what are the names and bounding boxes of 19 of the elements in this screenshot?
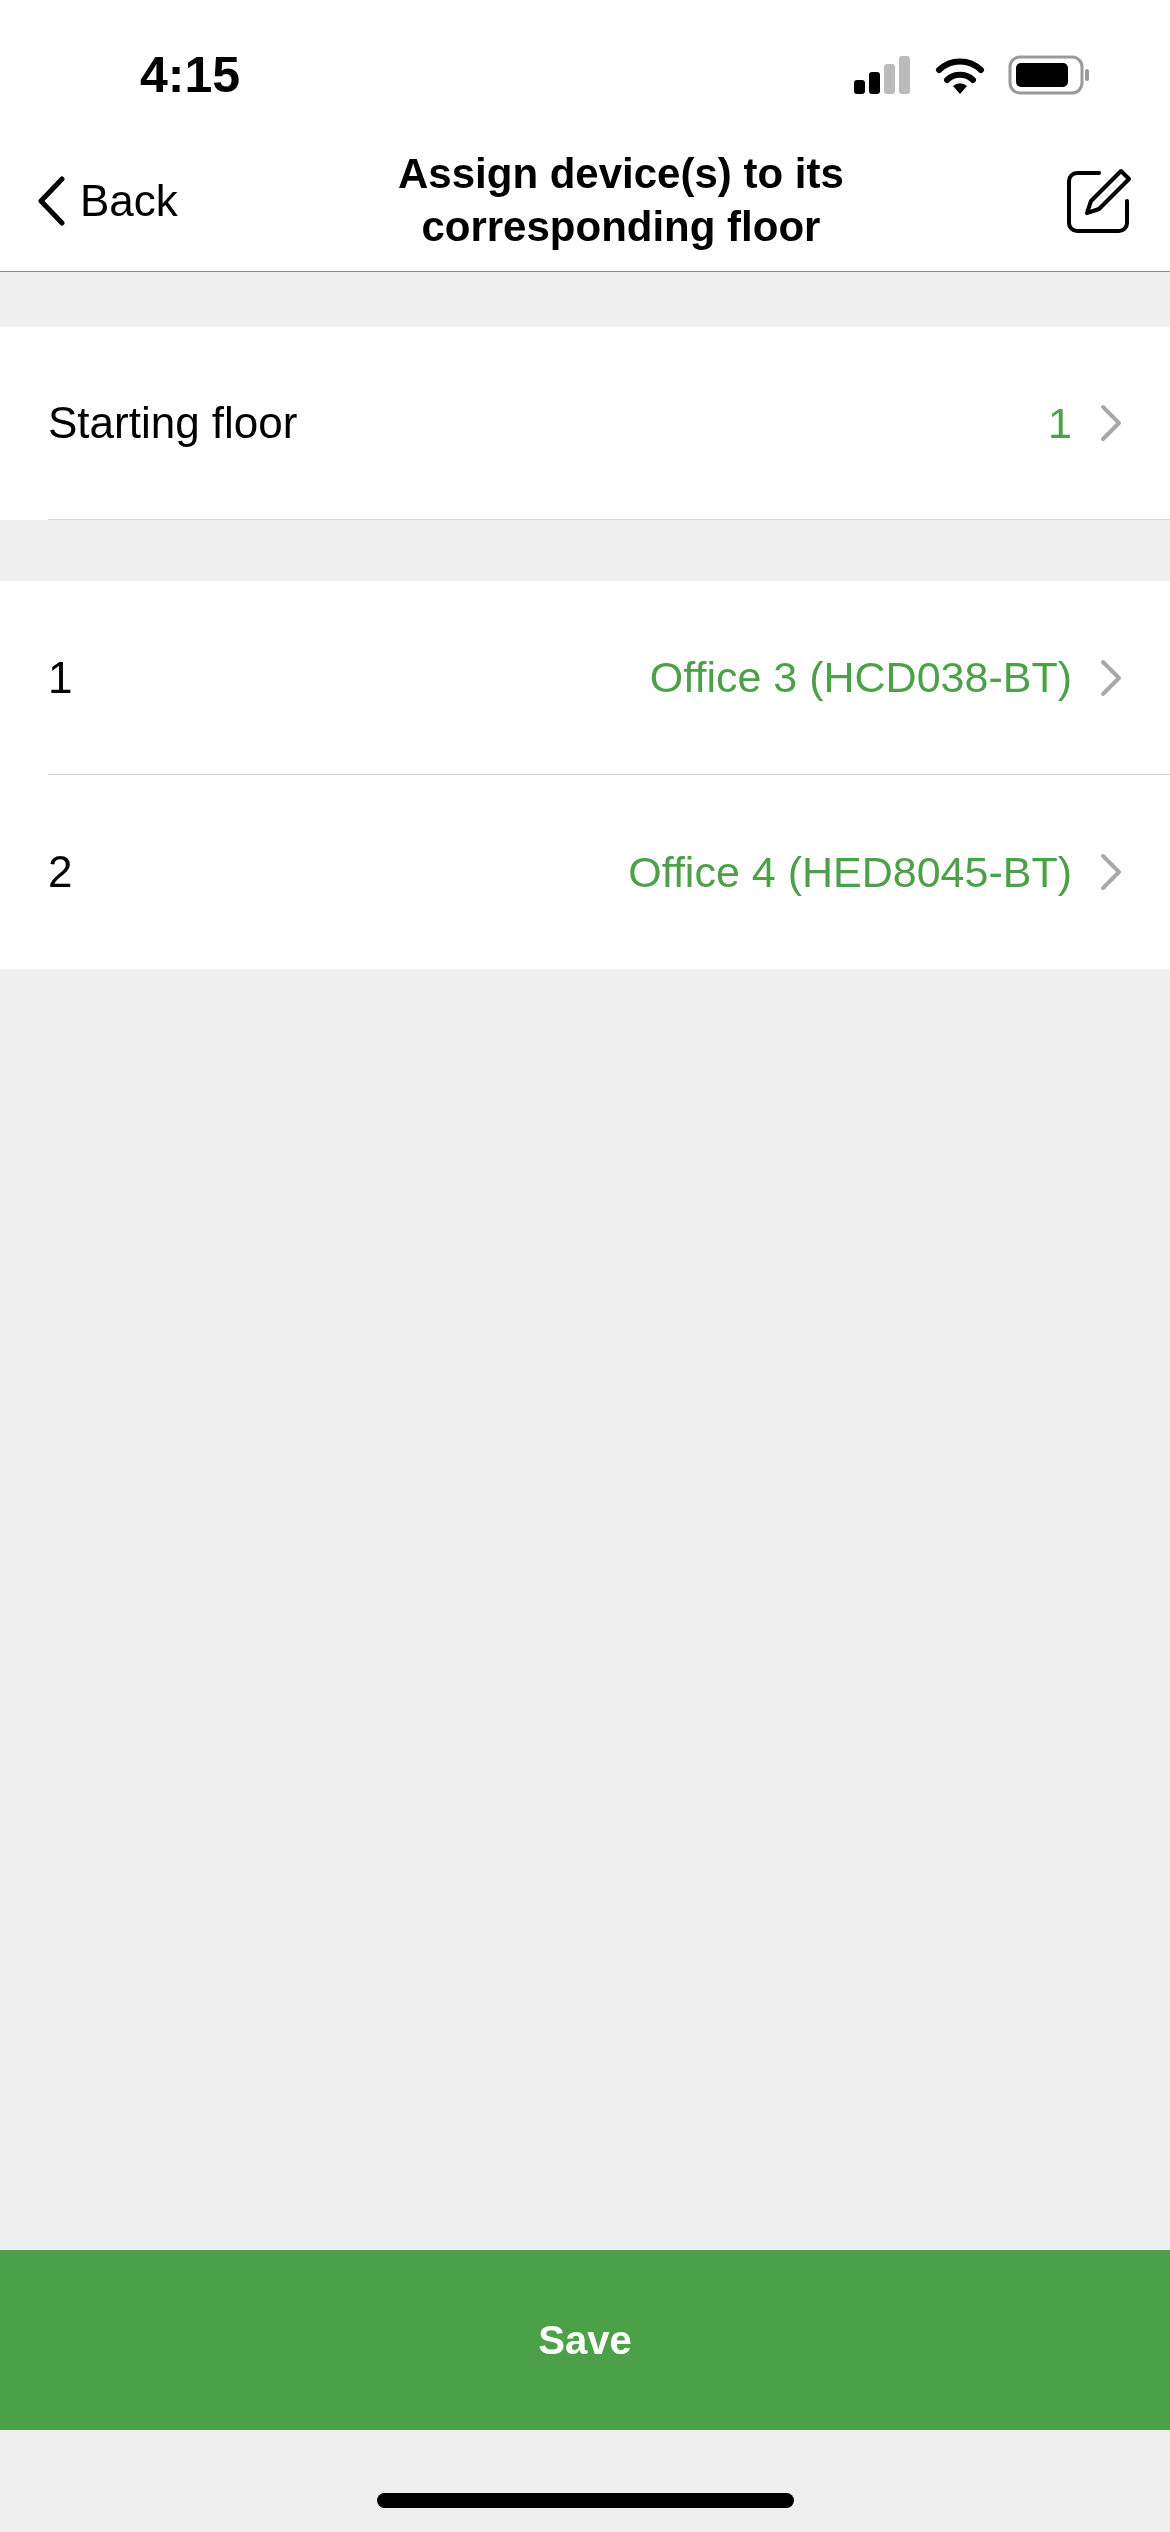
row-value: Office 4 (HED8045-BT) <box>628 846 1072 898</box>
edit-icon <box>1065 166 1133 235</box>
signal-icon <box>854 56 912 94</box>
row-label: Starting floor <box>48 397 298 449</box>
battery-icon <box>1008 55 1090 95</box>
status-time: 4:15 <box>140 45 241 105</box>
row-label: 1 <box>48 651 73 704</box>
chevron-right-icon <box>1100 404 1122 442</box>
row-value: 1 <box>1048 397 1072 449</box>
chevron-left-icon <box>36 175 66 226</box>
back-button[interactable]: Back <box>36 167 178 234</box>
chevron-right-icon <box>1100 853 1122 891</box>
row-label: 2 <box>48 846 73 898</box>
floor-row[interactable]: 2 Office 4 (HED8045-BT) <box>48 775 1170 969</box>
row-value: Office 3 (HCD038-BT) <box>649 652 1072 704</box>
floor-row[interactable]: 1 Office 3 (HCD038-BT) <box>48 581 1170 775</box>
wifi-icon <box>934 56 986 94</box>
chevron-right-icon <box>1100 658 1122 697</box>
screen-title: Assign device(s) to its corresponding floor <box>397 149 845 252</box>
